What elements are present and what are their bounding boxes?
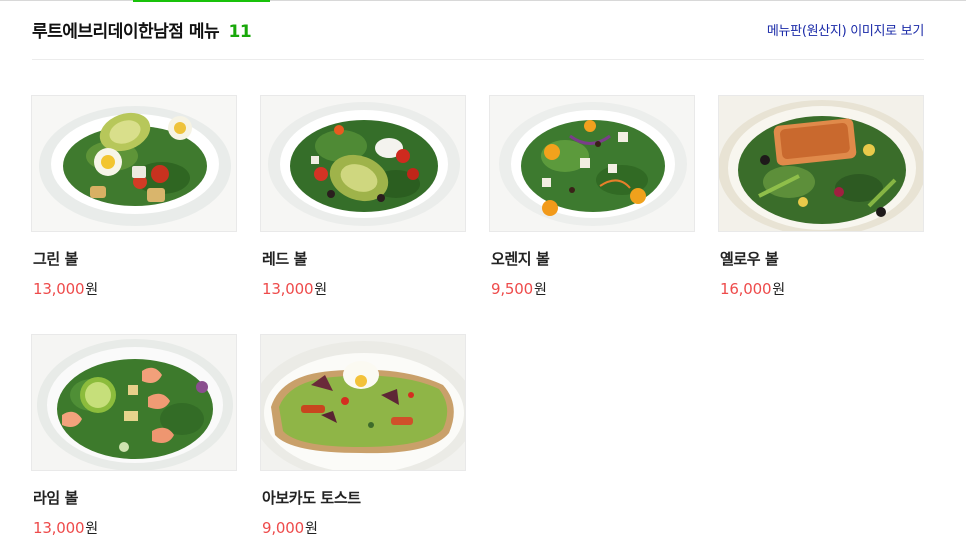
menu-item-card[interactable]: 라임 볼 13,000원 xyxy=(31,334,237,538)
menu-count-badge: 11 xyxy=(228,21,252,42)
menu-item-image[interactable] xyxy=(260,334,466,471)
price-amount: 9,000 xyxy=(262,519,304,537)
price-unit: 원 xyxy=(85,282,99,298)
price-unit: 원 xyxy=(304,521,318,537)
price-unit: 원 xyxy=(533,282,547,298)
menu-item-image[interactable] xyxy=(31,95,237,232)
menu-item-price: 13,000원 xyxy=(31,518,237,538)
menu-item-image[interactable] xyxy=(489,95,695,232)
menu-item-price: 13,000원 xyxy=(31,279,237,299)
price-unit: 원 xyxy=(772,282,786,298)
menu-item-name[interactable]: 그린 볼 xyxy=(31,248,237,269)
view-menu-board-link[interactable]: 메뉴판(원산지) 이미지로 보기 xyxy=(767,20,924,39)
price-amount: 9,500 xyxy=(491,280,533,298)
menu-item-price: 16,000원 xyxy=(718,279,924,299)
menu-item-name[interactable]: 오렌지 볼 xyxy=(489,248,695,269)
menu-item-name[interactable]: 아보카도 토스트 xyxy=(260,487,466,508)
price-unit: 원 xyxy=(85,521,99,537)
menu-item-image[interactable] xyxy=(31,334,237,471)
menu-header: 루트에브리데이한남점 메뉴 11 메뉴판(원산지) 이미지로 보기 xyxy=(32,14,924,44)
menu-item-card[interactable]: 그린 볼 13,000원 xyxy=(31,95,237,299)
price-amount: 16,000 xyxy=(720,280,772,298)
menu-item-name[interactable]: 레드 볼 xyxy=(260,248,466,269)
menu-item-image[interactable] xyxy=(718,95,924,232)
menu-item-image[interactable] xyxy=(260,95,466,232)
store-title: 루트에브리데이한남점 메뉴 xyxy=(32,21,220,42)
menu-item-price: 9,000원 xyxy=(260,518,466,538)
price-amount: 13,000 xyxy=(33,519,85,537)
menu-item-price: 9,500원 xyxy=(489,279,695,299)
page-title: 루트에브리데이한남점 메뉴 11 xyxy=(32,17,252,42)
menu-item-card[interactable]: 오렌지 볼 9,500원 xyxy=(489,95,695,299)
menu-item-name[interactable]: 라임 볼 xyxy=(31,487,237,508)
menu-item-card[interactable]: 옐로우 볼 16,000원 xyxy=(718,95,924,299)
price-amount: 13,000 xyxy=(33,280,85,298)
menu-item-name[interactable]: 옐로우 볼 xyxy=(718,248,924,269)
header-divider xyxy=(32,59,924,60)
menu-item-card[interactable]: 아보카도 토스트 9,000원 xyxy=(260,334,466,538)
price-unit: 원 xyxy=(314,282,328,298)
active-tab-indicator xyxy=(133,0,270,2)
menu-item-card[interactable]: 레드 볼 13,000원 xyxy=(260,95,466,299)
price-amount: 13,000 xyxy=(262,280,314,298)
top-tab-bar xyxy=(0,0,966,2)
menu-item-price: 13,000원 xyxy=(260,279,466,299)
